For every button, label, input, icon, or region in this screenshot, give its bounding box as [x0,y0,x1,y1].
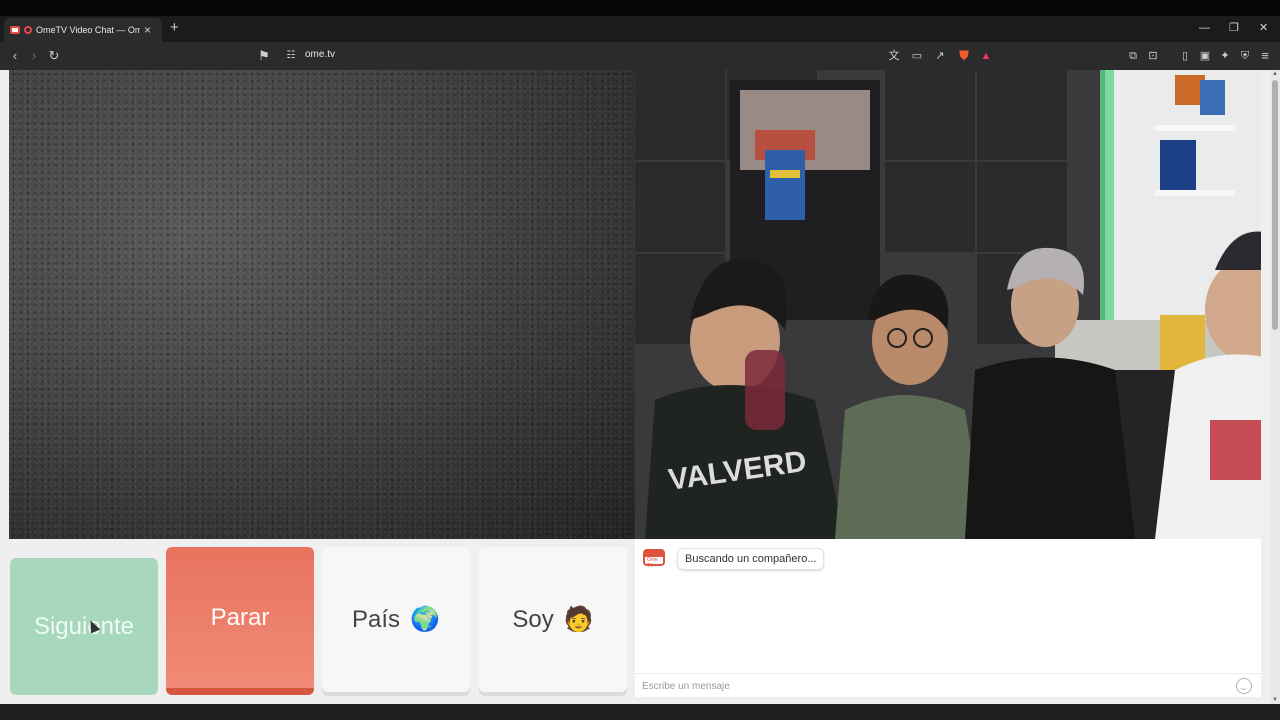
ometv-favicon-icon [10,26,20,34]
chat-input-row [635,673,1261,697]
ometv-page: VALVERD Siguiente Parar País 🌍 Soy 🧑 Ome… [0,70,1270,704]
message-input[interactable] [642,678,1222,694]
stop-button-label: Parar [210,603,270,631]
tab-close-icon[interactable]: × [144,24,151,36]
site-info-icon[interactable]: ☷ [283,48,299,64]
extensions-icon[interactable]: ⧉ [1125,48,1141,64]
remote-video-image: VALVERD [635,70,1261,539]
leo-ai-icon[interactable]: ✦ [1217,48,1233,64]
back-icon[interactable]: ‹ [7,48,23,64]
tab-bar: OmeTV Video Chat — Omeg × + — ❐ ✕ [0,16,1280,42]
status-message: Buscando un compañero... [677,548,825,570]
chat-panel: Ome TV Buscando un compañero... [635,539,1261,697]
brave-rewards-icon[interactable]: ▲ [978,48,994,64]
share-icon[interactable]: ↗ [932,48,948,64]
reload-icon[interactable]: ↻ [46,48,62,64]
bookmark-icon[interactable]: ⚑ [256,48,272,64]
logo-text: Ome TV [647,557,658,569]
stop-button[interactable]: Parar [166,547,314,695]
menu-icon[interactable]: ≡ [1257,48,1273,64]
new-tab-icon[interactable]: + [170,20,179,36]
remote-video: VALVERD [635,70,1261,539]
active-tab[interactable]: OmeTV Video Chat — Omeg × [4,18,162,42]
gender-button-label: Soy [512,605,554,633]
translate-icon[interactable]: 文 [886,48,902,64]
vpn-icon[interactable]: ⛨ [1237,48,1253,64]
next-button[interactable]: Siguiente [10,558,158,695]
tab-title: OmeTV Video Chat — Omeg [36,25,140,35]
recording-indicator-icon [24,26,32,34]
window-bottom-strip [0,704,1280,720]
control-buttons: Siguiente Parar País 🌍 Soy 🧑 [9,547,627,697]
country-button[interactable]: País 🌍 [322,547,470,692]
close-window-icon[interactable]: ✕ [1259,21,1268,35]
country-button-label: País [352,605,401,633]
local-video-static [9,70,635,539]
wallet-icon[interactable]: ▣ [1197,48,1213,64]
forward-icon[interactable]: › [26,48,42,64]
globe-icon: 🌍 [410,606,440,633]
scroll-thumb[interactable] [1272,80,1278,330]
scroll-up-icon[interactable]: ▲ [1270,70,1280,78]
cast-icon[interactable]: ▭ [909,48,925,64]
scroll-down-icon[interactable]: ▼ [1270,696,1280,704]
window-top-strip [0,0,1280,16]
ometv-logo-icon: Ome TV [643,549,665,569]
tab-search-icon[interactable]: ⊡ [1145,48,1161,64]
page-scrollbar[interactable]: ▲ ▼ [1270,70,1280,704]
minimize-icon[interactable]: — [1199,21,1210,35]
brave-shield-icon[interactable]: ⛊ [956,48,972,64]
next-button-label: Siguiente [33,612,135,640]
emoji-picker-icon[interactable] [1236,678,1252,694]
person-icon: 🧑 [563,606,594,633]
maximize-icon[interactable]: ❐ [1229,21,1239,35]
gender-button[interactable]: Soy 🧑 [479,547,627,692]
sidebar-icon[interactable]: ▯ [1177,48,1193,64]
browser-toolbar: ‹ › ↻ ⚑ ☷ ome.tv 文 ▭ ↗ ⛊ ▲ ⧉ ⊡ ▯ ▣ ✦ ⛨ ≡ [0,42,1280,70]
address-bar[interactable]: ome.tv [305,49,335,60]
